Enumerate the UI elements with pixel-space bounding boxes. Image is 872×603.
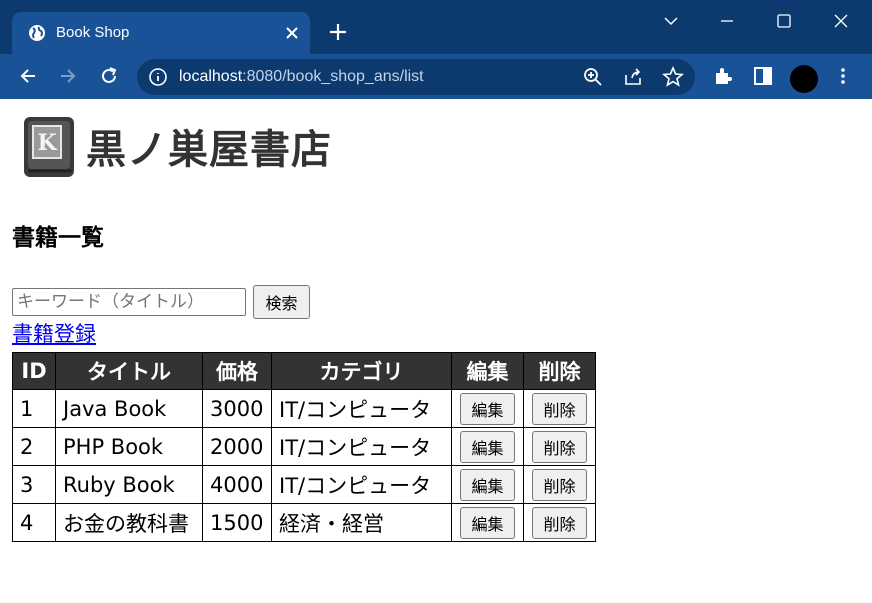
url-text: localhost:8080/book_shop_ans/list <box>179 68 424 86</box>
extensions-icon[interactable] <box>712 65 734 87</box>
minimize-icon[interactable] <box>716 10 738 32</box>
delete-button[interactable]: 削除 <box>532 392 587 425</box>
cell-category: IT/コンピュータ <box>271 465 452 504</box>
cell-price: 2000 <box>202 427 272 466</box>
close-window-icon[interactable] <box>830 10 852 32</box>
url-path: :8080/book_shop_ans/list <box>242 68 424 85</box>
edit-button[interactable]: 編集 <box>460 468 515 501</box>
cell-id: 4 <box>12 503 56 542</box>
site-info-icon[interactable] <box>148 67 168 87</box>
cell-edit: 編集 <box>451 503 524 542</box>
side-panel-icon[interactable] <box>752 65 774 87</box>
cell-price: 1500 <box>202 503 272 542</box>
edit-button[interactable]: 編集 <box>460 506 515 539</box>
tab-strip: Book Shop <box>0 0 872 54</box>
cell-title: PHP Book <box>55 427 203 466</box>
cell-delete: 削除 <box>523 465 596 504</box>
table-row: 3 Ruby Book 4000 IT/コンピュータ 編集 削除 <box>12 465 596 504</box>
share-icon[interactable] <box>622 66 644 88</box>
more-menu-icon[interactable] <box>832 65 854 87</box>
reload-icon[interactable] <box>98 65 120 87</box>
cell-id: 2 <box>12 427 56 466</box>
shop-logo: K 黒ノ巣屋書店 <box>22 115 342 181</box>
book-logo-icon: K <box>24 117 74 177</box>
table-row: 1 Java Book 3000 IT/コンピュータ 編集 削除 <box>12 389 596 428</box>
header-edit: 編集 <box>451 352 524 390</box>
cell-id: 3 <box>12 465 56 504</box>
address-bar[interactable]: localhost:8080/book_shop_ans/list <box>137 59 695 95</box>
cell-delete: 削除 <box>523 503 596 542</box>
back-arrow-icon[interactable] <box>17 65 39 87</box>
tab-search-chevron-icon[interactable] <box>660 10 682 32</box>
search-button[interactable]: 検索 <box>253 285 310 319</box>
cell-title: お金の教科書 <box>55 503 203 542</box>
shop-name: 黒ノ巣屋書店 <box>86 127 332 173</box>
cell-edit: 編集 <box>451 427 524 466</box>
header-title: タイトル <box>55 352 203 390</box>
edit-button[interactable]: 編集 <box>460 430 515 463</box>
cell-edit: 編集 <box>451 389 524 428</box>
page-title: 書籍一覧 <box>12 225 104 251</box>
header-price: 価格 <box>202 352 272 390</box>
header-id: ID <box>12 352 56 390</box>
page-content: K 黒ノ巣屋書店 書籍一覧 検索 書籍登録 ID タイトル 価格 カテゴリ 編集… <box>0 99 872 603</box>
profile-avatar[interactable] <box>790 65 818 93</box>
delete-button[interactable]: 削除 <box>532 506 587 539</box>
tab-title: Book Shop <box>56 24 130 41</box>
header-category: カテゴリ <box>271 352 452 390</box>
edit-button[interactable]: 編集 <box>460 392 515 425</box>
cell-category: IT/コンピュータ <box>271 389 452 428</box>
cell-title: Java Book <box>55 389 203 428</box>
cell-price: 3000 <box>202 389 272 428</box>
cell-category: 経済・経営 <box>271 503 452 542</box>
cell-edit: 編集 <box>451 465 524 504</box>
zoom-icon[interactable] <box>582 66 604 88</box>
bookmark-star-icon[interactable] <box>662 66 684 88</box>
forward-arrow-icon[interactable] <box>57 65 79 87</box>
url-host: localhost <box>179 68 243 85</box>
cell-category: IT/コンピュータ <box>271 427 452 466</box>
cell-id: 1 <box>12 389 56 428</box>
header-delete: 削除 <box>523 352 596 390</box>
globe-icon <box>29 25 45 41</box>
table-row: 4 お金の教科書 1500 経済・経営 編集 削除 <box>12 503 596 542</box>
register-book-link[interactable]: 書籍登録 <box>12 321 96 347</box>
cell-price: 4000 <box>202 465 272 504</box>
maximize-icon[interactable] <box>773 10 795 32</box>
close-tab-icon[interactable] <box>282 23 302 43</box>
table-header-row: ID タイトル 価格 カテゴリ 編集 削除 <box>12 352 596 390</box>
delete-button[interactable]: 削除 <box>532 430 587 463</box>
cell-title: Ruby Book <box>55 465 203 504</box>
browser-toolbar: localhost:8080/book_shop_ans/list <box>0 54 872 99</box>
logo-letter: K <box>37 130 57 156</box>
tab-book-shop[interactable]: Book Shop <box>12 12 310 54</box>
table-row: 2 PHP Book 2000 IT/コンピュータ 編集 削除 <box>12 427 596 466</box>
search-input[interactable] <box>12 288 246 316</box>
new-tab-icon[interactable] <box>327 21 349 43</box>
book-table: ID タイトル 価格 カテゴリ 編集 削除 1 Java Book 3000 I… <box>12 352 596 542</box>
cell-delete: 削除 <box>523 389 596 428</box>
cell-delete: 削除 <box>523 427 596 466</box>
delete-button[interactable]: 削除 <box>532 468 587 501</box>
